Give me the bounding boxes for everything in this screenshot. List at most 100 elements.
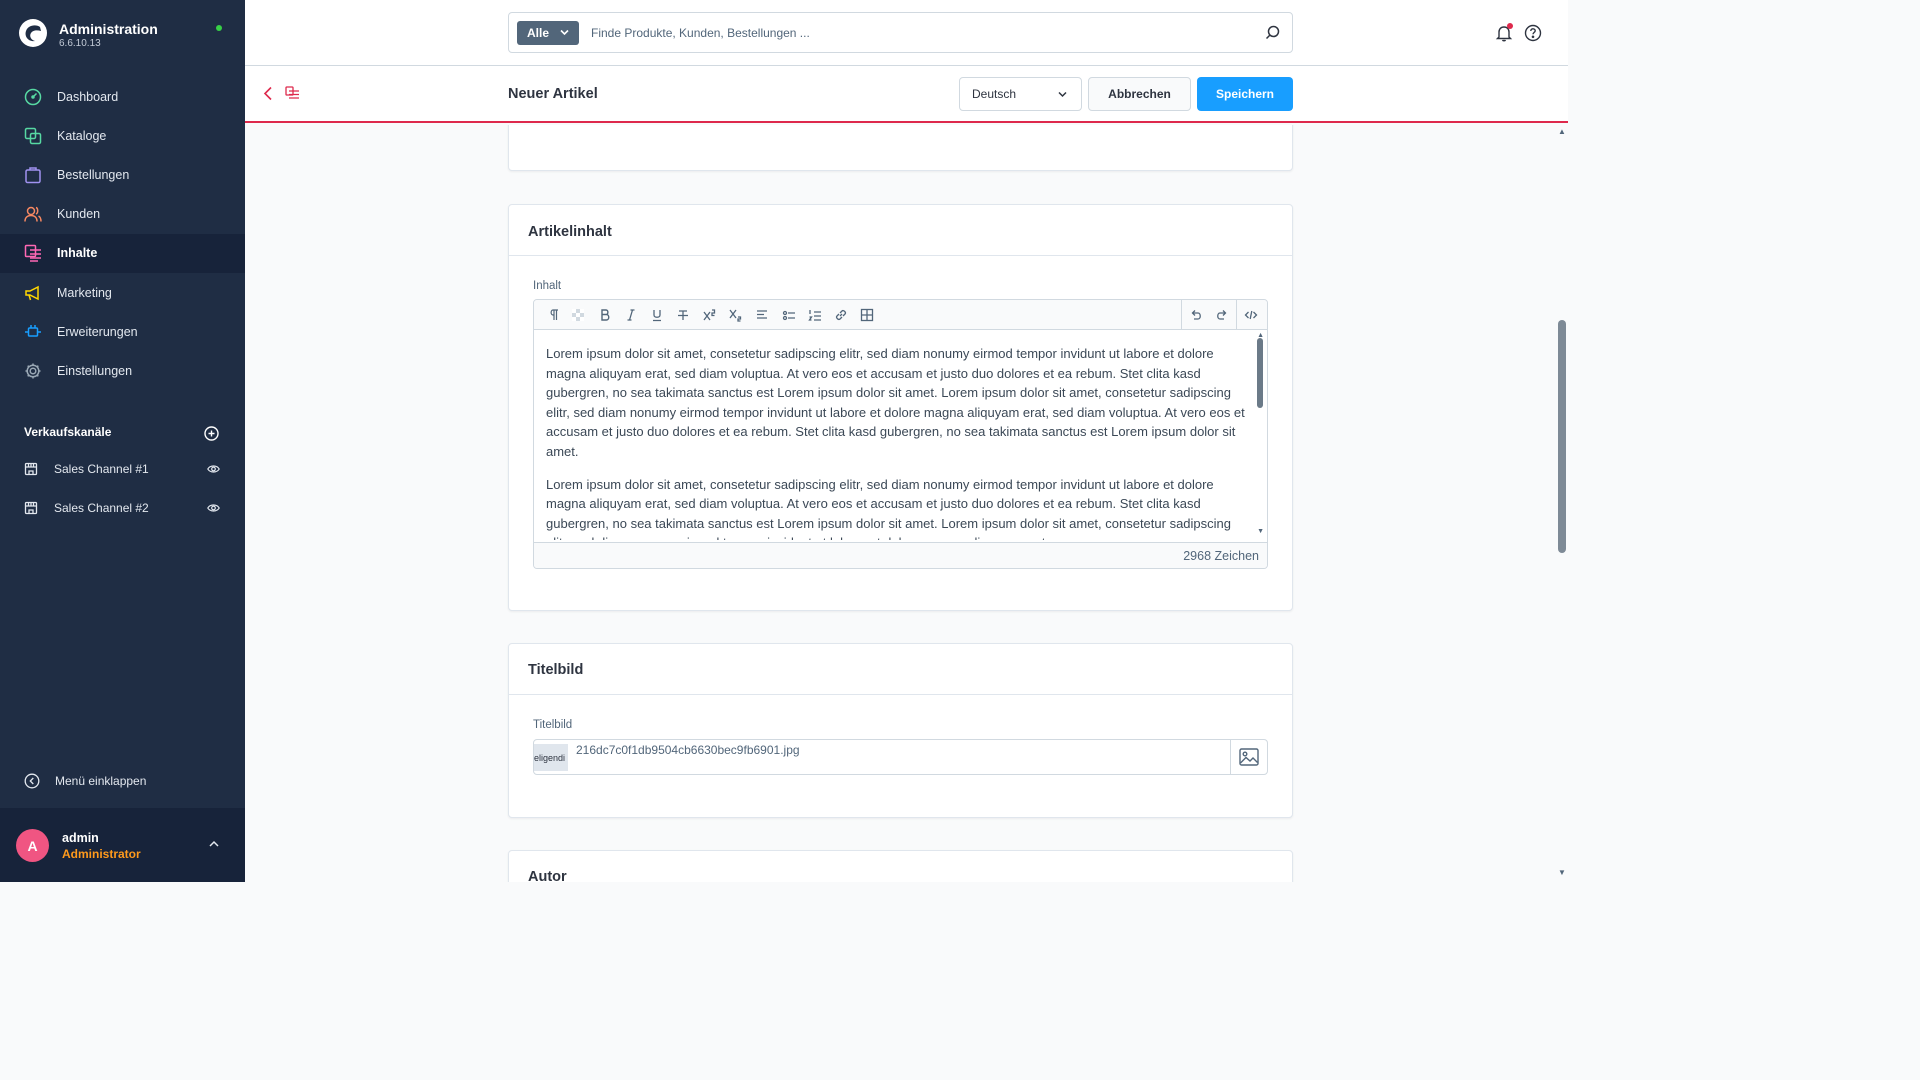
underline-icon [653, 310, 661, 322]
sidebar-item-settings[interactable]: Einstellungen [0, 351, 245, 390]
chevron-down-icon [560, 29, 569, 36]
sidebar-item-label: Inhalte [57, 246, 98, 261]
previous-card [508, 125, 1293, 171]
sidebar-item-content[interactable]: Inhalte [0, 233, 245, 273]
superscript-icon [703, 309, 716, 321]
save-button[interactable]: Speichern [1197, 77, 1293, 111]
chevron-down-icon [1058, 91, 1067, 98]
search-type-select[interactable]: Alle [517, 21, 579, 45]
underline-button[interactable] [649, 307, 665, 323]
sidebar-item-catalog[interactable]: Kataloge [0, 116, 245, 155]
card-divider [509, 255, 1292, 256]
sidebar-item-label: Kunden [57, 207, 101, 222]
sidebar-item-label: Dashboard [57, 89, 119, 104]
search-icon[interactable] [1265, 25, 1280, 40]
subscript-button[interactable] [727, 307, 743, 323]
app-version: 6.6.10.13 [59, 38, 101, 49]
page-title: Neuer Artikel [508, 86, 598, 102]
chevron-up-icon[interactable] [208, 840, 220, 848]
sidebar-item-customers[interactable]: Kunden [0, 195, 245, 234]
marketing-icon [24, 284, 42, 302]
orders-icon [24, 166, 42, 184]
page-scroll-up-icon[interactable]: ▲ [1558, 127, 1566, 136]
content-field-label: Inhalt [533, 280, 562, 292]
author-card: Autor [508, 850, 1293, 882]
user-role: Administrator [62, 847, 141, 861]
add-sales-channel-icon[interactable] [204, 426, 219, 441]
sidebar-item-dashboard[interactable]: Dashboard [0, 77, 245, 116]
page-scroll-down-icon[interactable]: ▼ [1558, 868, 1566, 877]
undo-icon [1191, 310, 1201, 320]
numbered-list-button[interactable] [807, 307, 823, 323]
table-button[interactable] [859, 307, 875, 323]
main-navigation: Dashboard Kataloge Bestellungen Kunden I… [0, 77, 245, 391]
character-count: 2968 Zeichen [1183, 549, 1259, 563]
text-editor: Lorem ipsum dolor sit amet, consetetur s… [533, 299, 1268, 569]
shopware-logo-icon [19, 19, 47, 47]
text-color-button[interactable] [570, 307, 586, 323]
brand-header[interactable]: Administration 6.6.10.13 [0, 0, 245, 68]
bold-button[interactable] [597, 307, 613, 323]
eye-icon[interactable] [207, 463, 220, 475]
storefront-icon [24, 501, 38, 515]
editor-scroll-down-icon[interactable]: ▼ [1257, 528, 1264, 535]
help-icon[interactable] [1524, 24, 1542, 42]
sidebar-item-orders[interactable]: Bestellungen [0, 155, 245, 194]
link-icon [835, 309, 847, 321]
content-icon [24, 244, 42, 263]
customers-icon [24, 205, 42, 223]
editor-toolbar [534, 300, 1267, 330]
editor-paragraph: Lorem ipsum dolor sit amet, consetetur s… [546, 476, 1231, 540]
user-menu[interactable]: A admin Administrator [0, 808, 245, 882]
sidebar-item-label: Einstellungen [57, 363, 133, 378]
sales-channel-label: Sales Channel #2 [54, 501, 149, 515]
code-view-button[interactable] [1243, 307, 1259, 323]
editor-footer: 2968 Zeichen [534, 542, 1267, 568]
sidebar-item-label: Kataloge [57, 128, 107, 143]
eye-icon[interactable] [207, 502, 220, 514]
redo-button[interactable] [1214, 307, 1230, 323]
link-button[interactable] [833, 307, 849, 323]
sales-channel-item-2[interactable]: Sales Channel #2 [24, 497, 224, 519]
content-list-icon[interactable] [285, 86, 300, 101]
italic-button[interactable] [623, 307, 639, 323]
undo-button[interactable] [1188, 307, 1204, 323]
sales-channel-label: Sales Channel #1 [54, 462, 149, 476]
media-thumbnail-text: eligendi [534, 752, 566, 763]
cancel-button[interactable]: Abbrechen [1088, 77, 1191, 111]
search-type-label: Alle [527, 26, 550, 40]
media-file-name: 216dc7c0f1db9504cb6630bec9fb6901.jpg [576, 743, 800, 757]
page-scrollbar[interactable] [1558, 320, 1566, 553]
sidebar-item-label: Erweiterungen [57, 324, 138, 339]
language-select[interactable]: Deutsch [959, 77, 1082, 111]
paragraph-format-button[interactable] [542, 307, 566, 323]
strikethrough-button[interactable] [675, 307, 691, 323]
media-upload-field[interactable]: eligendi 216dc7c0f1db9504cb6630bec9fb690… [533, 739, 1268, 775]
online-status-dot [216, 25, 222, 31]
storefront-icon [24, 462, 38, 476]
card-title: Autor [528, 869, 567, 882]
bold-icon [601, 309, 610, 321]
catalog-icon [24, 127, 42, 145]
bullet-list-button[interactable] [781, 307, 797, 323]
media-thumbnail: eligendi [534, 744, 568, 771]
chevron-left-icon[interactable] [262, 86, 274, 101]
text-align-button[interactable] [752, 307, 774, 323]
sales-channels-heading: Verkaufskanäle [24, 425, 112, 439]
dashboard-icon [24, 88, 42, 106]
sidebar-item-marketing[interactable]: Marketing [0, 273, 245, 312]
title-image-card: Titelbild Titelbild eligendi 216dc7c0f1d… [508, 643, 1293, 818]
editor-scrollbar[interactable] [1257, 338, 1263, 408]
italic-icon [627, 309, 635, 321]
collapse-menu-label: Menü einklappen [55, 774, 147, 788]
editor-content[interactable]: Lorem ipsum dolor sit amet, consetetur s… [546, 344, 1246, 540]
collapse-menu-button[interactable]: Menü einklappen [24, 773, 146, 789]
editor-paragraph: Lorem ipsum dolor sit amet, consetetur s… [546, 346, 1245, 459]
sales-channel-item-1[interactable]: Sales Channel #1 [24, 458, 224, 480]
toolbar-divider [1236, 300, 1237, 330]
sidebar-item-extensions[interactable]: Erweiterungen [0, 312, 245, 351]
superscript-button[interactable] [701, 307, 717, 323]
sidebar: Administration 6.6.10.13 Dashboard Katal… [0, 0, 245, 882]
search-input[interactable] [591, 23, 1251, 43]
open-media-button[interactable] [1230, 740, 1267, 774]
